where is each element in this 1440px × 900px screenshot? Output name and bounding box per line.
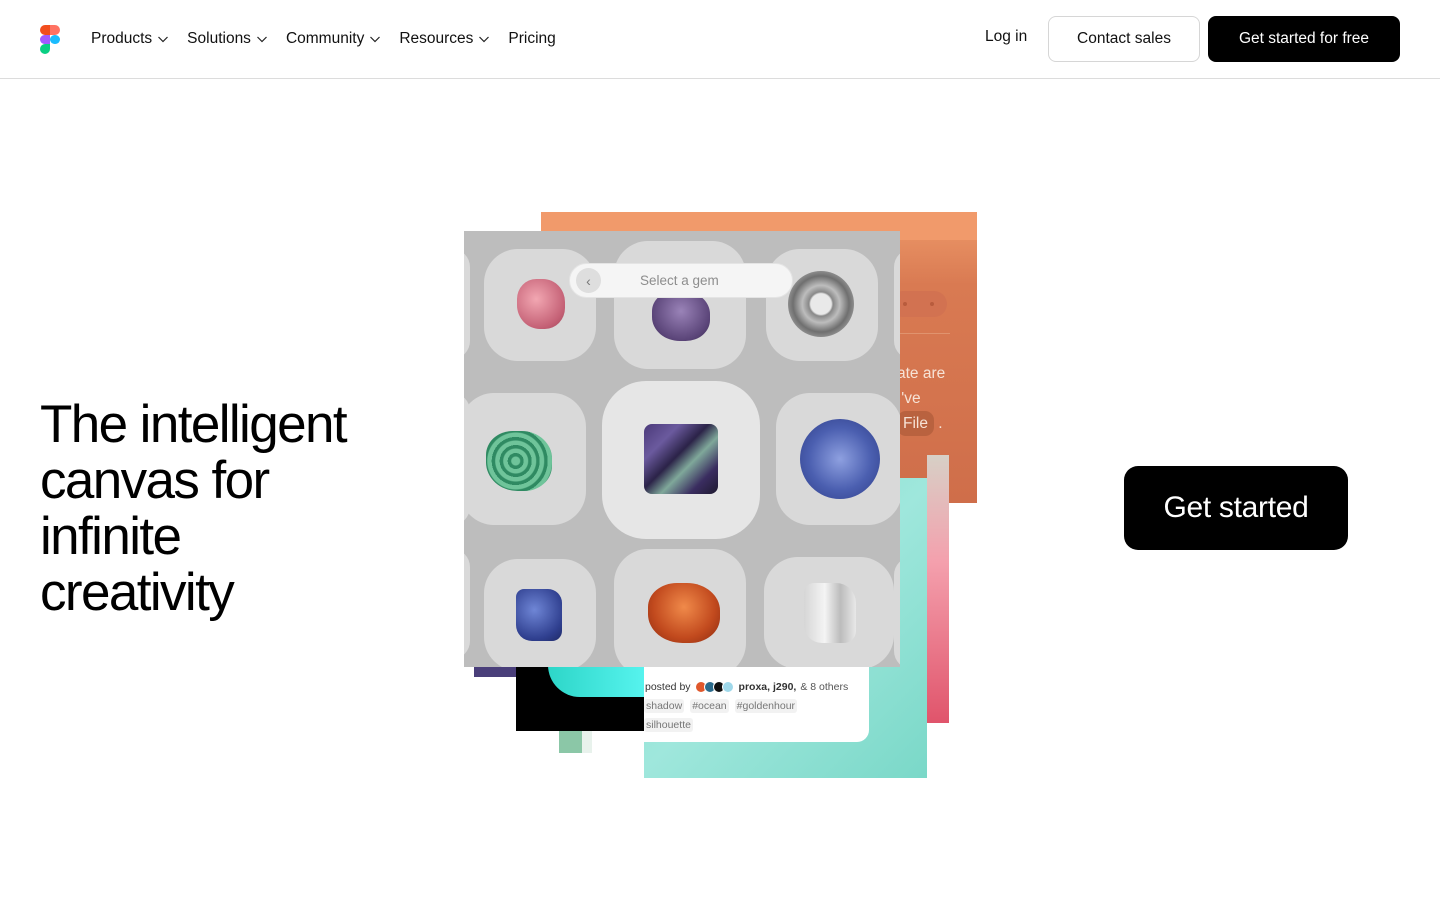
top-nav: Products Solutions Community Resources P… bbox=[0, 0, 1440, 79]
blue-crystal-cluster-gem-icon bbox=[800, 419, 880, 499]
nav-solutions[interactable]: Solutions bbox=[187, 28, 268, 50]
fluorite-cube-gem-icon bbox=[644, 424, 718, 494]
nav-pricing-label: Pricing bbox=[508, 30, 556, 47]
avatar-stack bbox=[694, 681, 734, 693]
posted-others: & 8 others bbox=[800, 681, 849, 693]
gem-tile[interactable] bbox=[464, 249, 470, 359]
orange-text-line: ate are bbox=[897, 365, 946, 382]
tag: silhouette bbox=[644, 718, 693, 732]
pink-image-strip bbox=[927, 455, 949, 723]
orange-text-line: I've bbox=[897, 390, 921, 407]
lapis-gem-icon bbox=[516, 589, 562, 641]
gem-tile[interactable] bbox=[894, 249, 900, 359]
contact-sales-button[interactable]: Contact sales bbox=[1048, 16, 1200, 62]
headline-line: canvas for bbox=[40, 451, 270, 510]
tag: #ocean bbox=[690, 699, 729, 713]
gem-tile[interactable] bbox=[764, 557, 894, 667]
gem-tile[interactable] bbox=[776, 393, 900, 525]
get-started-free-button[interactable]: Get started for free bbox=[1208, 16, 1400, 62]
gem-search-placeholder: Select a gem bbox=[640, 273, 719, 288]
figma-logo-icon[interactable] bbox=[40, 25, 60, 54]
gem-tile[interactable] bbox=[614, 549, 746, 667]
posted-by-prefix: posted by bbox=[645, 681, 691, 693]
nav-products[interactable]: Products bbox=[91, 28, 169, 50]
vanadinite-gem-icon bbox=[648, 583, 720, 643]
nav-solutions-label: Solutions bbox=[187, 30, 251, 47]
amethyst-gem-icon bbox=[652, 291, 710, 341]
orange-trailing: . bbox=[938, 415, 943, 432]
green-swatch bbox=[559, 731, 582, 753]
tag: shadow bbox=[644, 699, 685, 713]
back-arrow-icon[interactable]: ‹ bbox=[576, 268, 601, 293]
gem-tile[interactable] bbox=[614, 241, 746, 369]
malachite-gem-icon bbox=[486, 431, 552, 491]
chevron-down-icon bbox=[478, 33, 490, 45]
gem-tile-selected[interactable] bbox=[602, 381, 760, 539]
gem-tile[interactable] bbox=[464, 393, 586, 525]
posted-by-row: posted by proxa, j290, & 8 others bbox=[645, 681, 848, 693]
chevron-down-icon bbox=[157, 33, 169, 45]
chevron-down-icon bbox=[369, 33, 381, 45]
gem-tile[interactable] bbox=[484, 559, 596, 667]
chevron-down-icon bbox=[256, 33, 268, 45]
main-menu: Products Solutions Community Resources P… bbox=[91, 28, 556, 50]
nav-resources-label: Resources bbox=[399, 30, 474, 47]
get-started-button[interactable]: Get started bbox=[1124, 466, 1348, 550]
agate-gem-icon bbox=[788, 271, 854, 337]
orange-card-text: ate are I've File . bbox=[897, 361, 945, 436]
quartz-gem-icon bbox=[804, 583, 856, 643]
nav-resources[interactable]: Resources bbox=[399, 28, 490, 50]
headline-line: creativity bbox=[40, 563, 235, 622]
gem-tile[interactable] bbox=[894, 557, 900, 667]
login-link[interactable]: Log in bbox=[985, 28, 1027, 46]
headline-line: infinite bbox=[40, 507, 182, 566]
green-swatch-light bbox=[582, 731, 592, 753]
tag-row: shadow #ocean #goldenhour bbox=[644, 699, 798, 713]
hero-collage: ate are I've File . posted by proxa, j29… bbox=[460, 205, 990, 785]
nav-pricing[interactable]: Pricing bbox=[508, 28, 555, 50]
gem-tile[interactable] bbox=[464, 549, 470, 659]
headline-line: The intelligent bbox=[40, 395, 348, 454]
nav-community[interactable]: Community bbox=[286, 28, 381, 50]
gem-search-bar[interactable]: ‹ Select a gem bbox=[569, 263, 793, 298]
nav-products-label: Products bbox=[91, 30, 153, 47]
tag: #goldenhour bbox=[734, 699, 798, 713]
nav-community-label: Community bbox=[285, 30, 365, 47]
gem-picker: ‹ Select a gem bbox=[464, 231, 900, 667]
posted-users: proxa, j290, bbox=[738, 681, 797, 693]
hero-headline: The intelligent canvas for infinite crea… bbox=[40, 397, 400, 621]
file-chip: File bbox=[897, 411, 934, 436]
rhodochrosite-gem-icon bbox=[517, 279, 565, 329]
